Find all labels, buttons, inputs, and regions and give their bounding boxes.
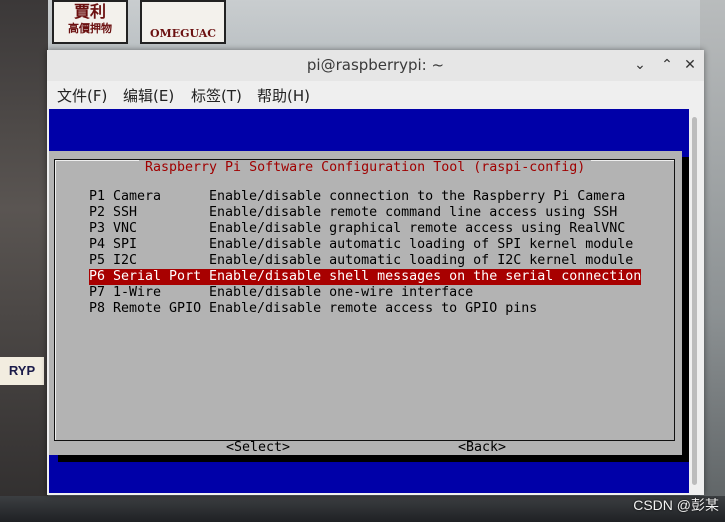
background-sign-1-subtext: 高價押物	[68, 22, 112, 35]
option-desc: Enable/disable connection to the Raspber…	[209, 189, 626, 204]
option-key: P4 SPI	[89, 237, 138, 252]
background-sign-1: 賈利 高價押物	[52, 0, 128, 44]
terminal-area[interactable]: Raspberry Pi Software Configuration Tool…	[49, 109, 691, 493]
dialog-title: Raspberry Pi Software Configuration Tool…	[139, 160, 592, 176]
option-desc: Enable/disable graphical remote access u…	[209, 221, 626, 236]
option-desc: Enable/disable one-wire interface	[209, 285, 474, 300]
option-key: P5 I2C	[89, 253, 138, 268]
option-spi[interactable]: P4 SPI Enable/disable automatic loading o…	[89, 237, 641, 253]
watermark: CSDN @彭某	[633, 497, 719, 513]
raspi-config-dialog: Raspberry Pi Software Configuration Tool…	[49, 151, 682, 455]
scrollbar[interactable]	[689, 109, 702, 493]
option-list: P1 Camera Enable/disable connection to th…	[89, 189, 642, 317]
option-vnc[interactable]: P3 VNC Enable/disable graphical remote ac…	[89, 221, 641, 237]
window-title: pi@raspberrypi: ~	[306, 56, 445, 74]
background-sign-2: OMEGUAC	[140, 0, 226, 44]
maximize-icon[interactable]: ⌃	[657, 55, 677, 75]
title-bar[interactable]: pi@raspberrypi: ~ ⌄ ⌃ ✕	[47, 50, 704, 82]
option-desc: Enable/disable automatic loading of SPI …	[209, 237, 634, 252]
option-key: P7 1-Wire	[89, 285, 162, 300]
menu-tabs[interactable]: 标签(T)	[191, 85, 242, 106]
option-remote-gpio[interactable]: P8 Remote GPIO Enable/disable remote acce…	[89, 301, 641, 317]
background-street	[0, 496, 725, 522]
background-left-building	[0, 0, 48, 522]
background-sign-left: RYP	[0, 357, 44, 385]
menu-edit[interactable]: 编辑(E)	[123, 85, 174, 106]
close-icon[interactable]: ✕	[680, 55, 700, 75]
background-sign-1-text: 賈利	[73, 2, 106, 21]
option-1-wire[interactable]: P7 1-Wire Enable/disable one-wire interfa…	[89, 285, 641, 301]
option-desc: Enable/disable remote access to GPIO pin…	[209, 301, 538, 316]
option-key: P1 Camera	[89, 189, 162, 204]
select-button[interactable]: <Select>	[226, 440, 290, 456]
option-desc: Enable/disable remote command line acces…	[209, 205, 618, 220]
menu-file[interactable]: 文件(F)	[57, 85, 107, 106]
menu-help[interactable]: 帮助(H)	[257, 85, 310, 106]
option-key: P2 SSH	[89, 205, 138, 220]
option-desc: Enable/disable shell messages on the ser…	[209, 269, 642, 284]
option-key: P8 Remote GPIO	[89, 301, 202, 316]
option-ssh[interactable]: P2 SSH Enable/disable remote command line…	[89, 205, 641, 221]
option-key: P3 VNC	[89, 221, 138, 236]
option-key: P6 Serial Port	[89, 269, 202, 284]
back-button[interactable]: <Back>	[458, 440, 506, 456]
option-desc: Enable/disable automatic loading of I2C …	[209, 253, 634, 268]
menu-bar: 文件(F) 编辑(E) 标签(T) 帮助(H)	[47, 81, 704, 109]
terminal-window: pi@raspberrypi: ~ ⌄ ⌃ ✕ 文件(F) 编辑(E) 标签(T…	[47, 50, 704, 495]
option-serial-port[interactable]: P6 Serial Port Enable/disable shell messa…	[89, 269, 642, 285]
minimize-icon[interactable]: ⌄	[630, 55, 650, 75]
option-camera[interactable]: P1 Camera Enable/disable connection to th…	[89, 189, 641, 205]
scrollbar-thumb[interactable]	[692, 117, 697, 485]
background-sign-2-text: OMEGUAC	[149, 27, 217, 40]
option-i2c[interactable]: P5 I2C Enable/disable automatic loading o…	[89, 253, 641, 269]
